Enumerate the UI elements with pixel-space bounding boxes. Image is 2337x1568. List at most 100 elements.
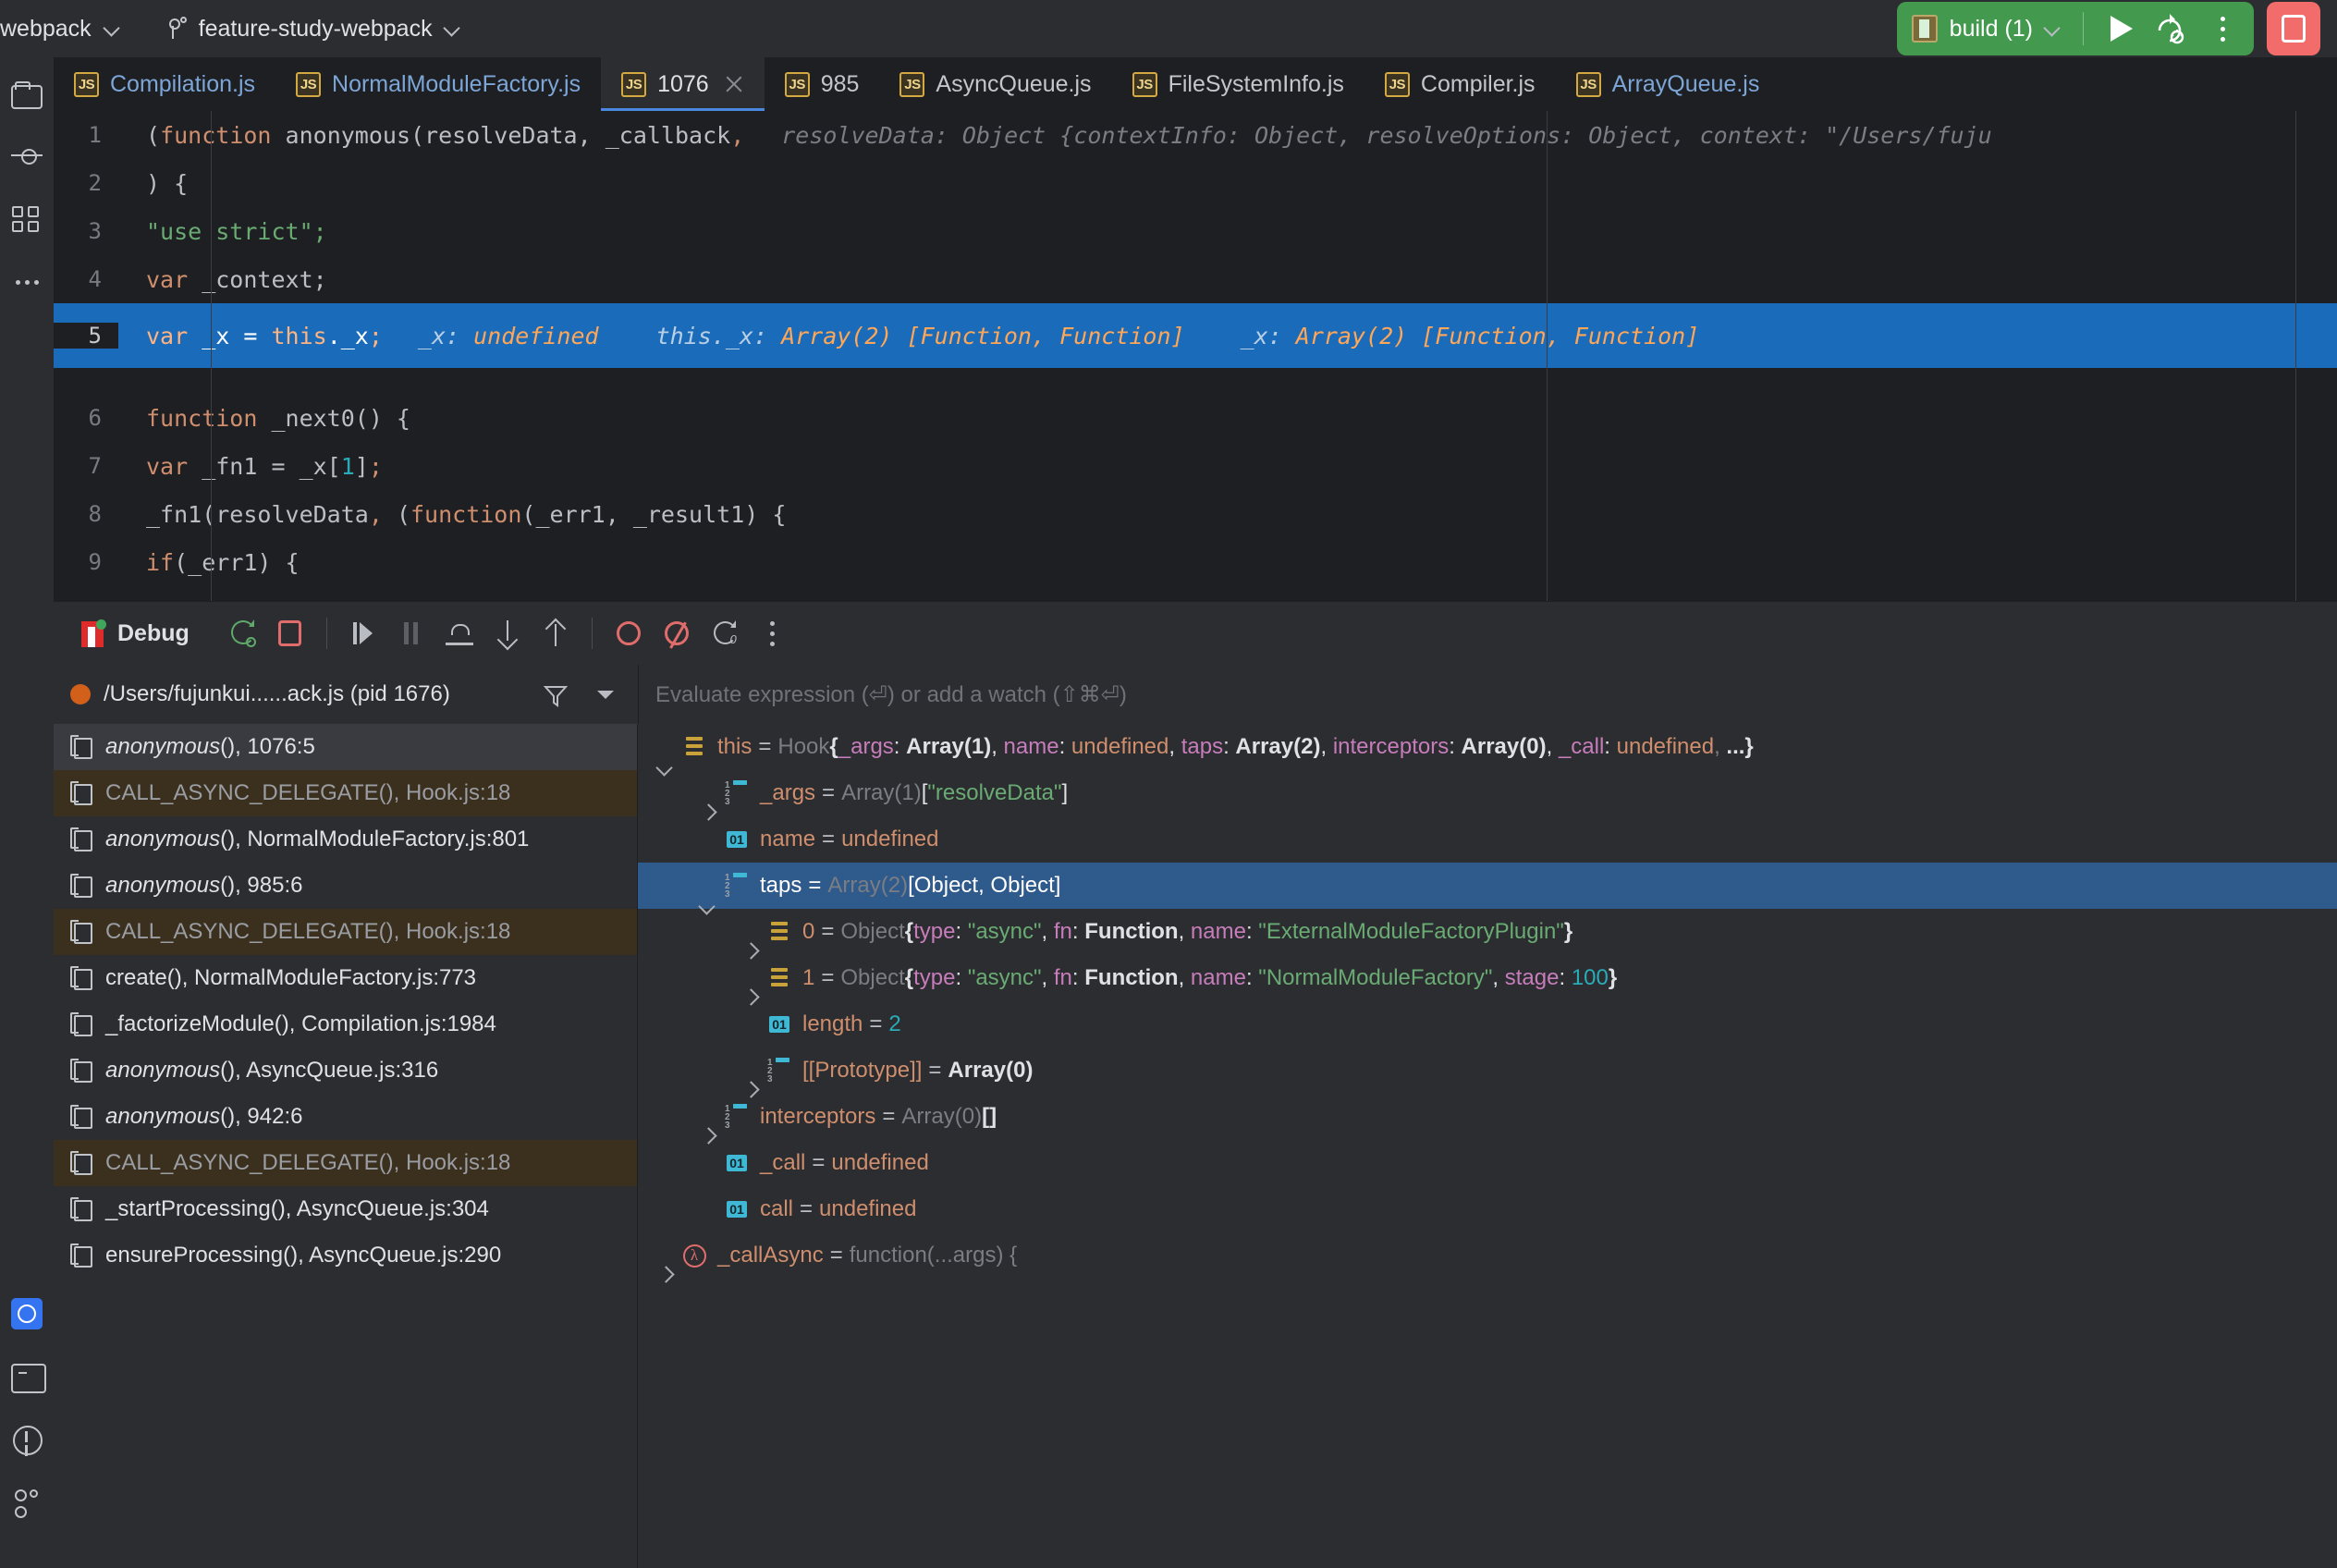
object-value-icon (680, 734, 708, 760)
editor-tab-1076[interactable]: JS1076 (601, 57, 765, 111)
editor-tab-compilation-js[interactable]: JSCompilation.js (54, 57, 275, 111)
commit-icon[interactable] (11, 141, 43, 172)
code-line[interactable]: 4var _context; (54, 255, 2337, 303)
more-options-icon (2221, 17, 2225, 42)
run-button[interactable] (2093, 5, 2145, 53)
variable-row[interactable]: this=Hook {_args: Array(1), name: undefi… (638, 724, 2337, 770)
mute-breakpoints-button[interactable] (655, 612, 698, 655)
debug-button[interactable] (2145, 5, 2196, 53)
frame-list-item[interactable]: anonymous(), 985:6 (54, 863, 637, 909)
frame-list-item[interactable]: _startProcessing(), AsyncQueue.js:304 (54, 1186, 637, 1232)
problems-icon[interactable] (11, 1424, 43, 1455)
value-token: name (1191, 919, 1246, 944)
step-out-icon (543, 620, 569, 646)
stop-button[interactable] (2267, 2, 2320, 55)
debug-more-options-button[interactable] (752, 612, 794, 655)
variable-value: function(...args) { (850, 1243, 1017, 1268)
git-icon[interactable] (11, 1487, 43, 1518)
pause-program-button[interactable] (390, 612, 433, 655)
frame-list-item[interactable]: _factorizeModule(), Compilation.js:1984 (54, 1001, 637, 1047)
code-line[interactable]: 5var _x = this._x;_x: undefinedthis._x: … (54, 303, 2337, 368)
variable-row[interactable]: 0=Object {type: "async", fn: Function, n… (638, 909, 2337, 955)
code-line[interactable]: 1(function anonymous(resolveData, _callb… (54, 111, 2337, 159)
variable-row[interactable]: 01_call=undefined (638, 1140, 2337, 1186)
step-into-button[interactable] (486, 612, 529, 655)
terminal-icon[interactable] (11, 1361, 43, 1392)
editor-tab-label: Compilation.js (110, 71, 255, 98)
filter-icon[interactable] (544, 682, 568, 706)
editor-tab-label: NormalModuleFactory.js (332, 71, 581, 98)
variable-row[interactable]: 01call=undefined (638, 1186, 2337, 1232)
editor-tab-arrayqueue-js[interactable]: JSArrayQueue.js (1556, 57, 1780, 111)
editor-tab-asyncqueue-js[interactable]: JSAsyncQueue.js (879, 57, 1111, 111)
rerun-debug-button[interactable] (221, 612, 263, 655)
step-out-button[interactable] (534, 612, 577, 655)
code-line[interactable]: 9if(_err1) { (54, 538, 2337, 586)
primitive-value-icon: 01 (723, 827, 751, 852)
code-line[interactable] (54, 368, 2337, 394)
variable-row[interactable]: 123[[Prototype]]=Array(0) (638, 1047, 2337, 1094)
editor-tab-985[interactable]: JS985 (765, 57, 880, 111)
value-token: { (905, 919, 913, 944)
editor-tab-compiler-js[interactable]: JSCompiler.js (1364, 57, 1556, 111)
frame-list-item[interactable]: ensureProcessing(), AsyncQueue.js:290 (54, 1232, 637, 1279)
variable-row[interactable]: 01length=2 (638, 1001, 2337, 1047)
variable-row[interactable]: 1=Object {type: "async", fn: Function, n… (638, 955, 2337, 1001)
project-selector[interactable]: webpack (0, 10, 133, 48)
code-token: ( (383, 501, 410, 528)
frame-list-item[interactable]: anonymous(), AsyncQueue.js:316 (54, 1047, 637, 1094)
more-options-button[interactable] (2196, 5, 2248, 53)
frame-list-item[interactable]: CALL_ASYNC_DELEGATE(), Hook.js:18 (54, 909, 637, 955)
variable-row[interactable]: 123_args=Array(1) ["resolveData"] (638, 770, 2337, 816)
left-tool-rail (0, 57, 54, 1568)
view-breakpoints-button[interactable] (607, 612, 650, 655)
frame-list-item[interactable]: anonymous(), 942:6 (54, 1094, 637, 1140)
frame-list-item[interactable]: CALL_ASYNC_DELEGATE(), Hook.js:18 (54, 770, 637, 816)
close-icon[interactable] (724, 74, 744, 94)
code-line[interactable]: 6function _next0() { (54, 394, 2337, 442)
more-tools-icon[interactable] (11, 266, 43, 298)
code-token: var (146, 453, 188, 480)
variable-row[interactable]: 123taps=Array(2) [Object, Object] (638, 863, 2337, 909)
code-line[interactable]: 7var _fn1 = _x[1]; (54, 442, 2337, 490)
code-line[interactable]: 2) { (54, 159, 2337, 207)
debug-icon[interactable] (11, 1298, 43, 1329)
frame-list-item[interactable]: CALL_ASYNC_DELEGATE(), Hook.js:18 (54, 1140, 637, 1186)
step-over-button[interactable] (438, 612, 481, 655)
frame-list-item[interactable]: anonymous(), 1076:5 (54, 724, 637, 770)
variable-row[interactable]: λ_callAsync=function(...args) { (638, 1232, 2337, 1279)
editor-tab-filesysteminfo-js[interactable]: JSFileSystemInfo.js (1112, 57, 1364, 111)
variables-tree[interactable]: this=Hook {_args: Array(1), name: undefi… (638, 724, 2337, 1568)
evaluate-expression-input[interactable]: Evaluate expression (⏎) or add a watch (… (638, 665, 2337, 724)
code-token: ; (369, 323, 383, 349)
ide-body: JSCompilation.jsJSNormalModuleFactory.js… (0, 57, 2337, 1568)
stop-debug-button[interactable] (269, 612, 312, 655)
code-line[interactable]: 3"use strict"; (54, 207, 2337, 255)
value-token: : (1246, 965, 1258, 990)
value-token: interceptors (1333, 734, 1449, 759)
code-token: ) { (146, 170, 188, 197)
code-line[interactable]: 8_fn1(resolveData, (function(_err1, _res… (54, 490, 2337, 538)
equals-sign: = (875, 1104, 901, 1130)
frames-list[interactable]: anonymous(), 1076:5CALL_ASYNC_DELEGATE()… (54, 724, 638, 1568)
resume-program-button[interactable] (342, 612, 385, 655)
branch-selector[interactable]: feature-study-webpack (153, 10, 473, 48)
reset-frame-button[interactable]: 0 (704, 612, 746, 655)
code-line[interactable]: 10_callback(_err1); (54, 586, 2337, 601)
frame-list-item[interactable]: anonymous(), NormalModuleFactory.js:801 (54, 816, 637, 863)
code-token: ( (146, 122, 160, 149)
value-token: : (1059, 734, 1071, 759)
variable-row[interactable]: 123interceptors=Array(0) [] (638, 1094, 2337, 1140)
process-selector[interactable]: /Users/fujunkui......ack.js (pid 1676) (54, 665, 638, 724)
project-folder-icon[interactable] (11, 85, 43, 109)
variable-name: _call (760, 1150, 805, 1176)
code-text: _fn1(resolveData, (function(_err1, _resu… (118, 501, 786, 528)
frame-list-item[interactable]: create(), NormalModuleFactory.js:773 (54, 955, 637, 1001)
run-configuration-selector[interactable]: build (1) (1903, 15, 2074, 43)
structure-icon[interactable] (11, 203, 43, 235)
chevron-down-icon[interactable] (597, 691, 614, 699)
frame-function-name: anonymous (105, 734, 220, 759)
code-editor[interactable]: 1(function anonymous(resolveData, _callb… (54, 111, 2337, 601)
variable-row[interactable]: 01name=undefined (638, 816, 2337, 863)
editor-tab-normalmodulefactory-js[interactable]: JSNormalModuleFactory.js (275, 57, 601, 111)
